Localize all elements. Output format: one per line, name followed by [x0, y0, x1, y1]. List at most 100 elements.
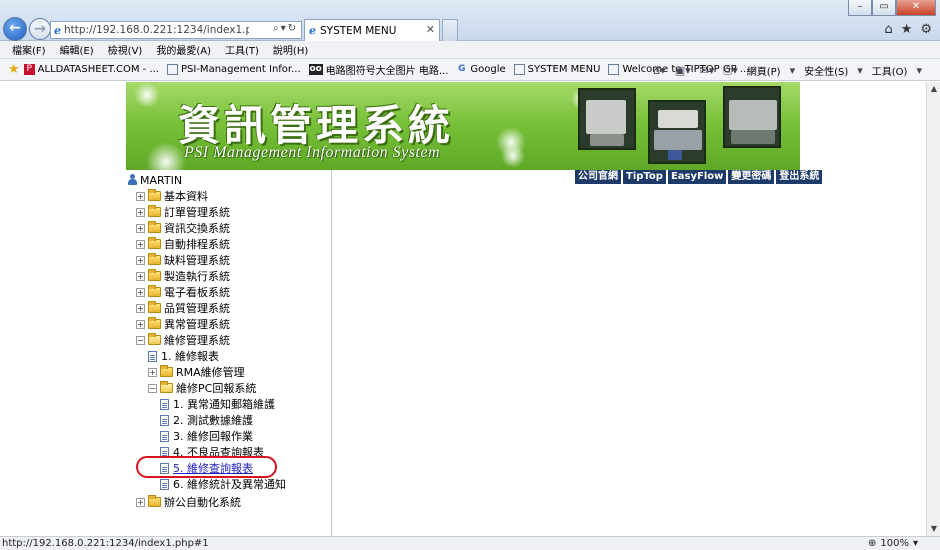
home-icon[interactable]: ⌂ [884, 22, 892, 37]
tree-item-rma-mgmt[interactable]: + RMA維修管理 [148, 364, 245, 380]
folder-icon [160, 365, 173, 377]
menu-edit[interactable]: 編輯(E) [60, 42, 94, 57]
tree-item-shortage-mgmt[interactable]: + 缺料管理系統 [136, 252, 230, 268]
expand-icon[interactable]: + [136, 303, 145, 313]
address-tools[interactable]: ⌕▾↻ [273, 23, 298, 34]
favorites-list: ★ P ALLDATASHEET.COM - ... PSI-Management… [8, 62, 757, 77]
nav-easyflow[interactable]: EasyFlow [667, 170, 727, 184]
vertical-scrollbar[interactable]: ▲ ▼ [926, 82, 940, 536]
tree-item-order-mgmt[interactable]: + 訂單管理系統 [136, 204, 230, 220]
tree-item-repair-reporting[interactable]: 3. 維修回報作業 [160, 428, 253, 444]
back-arrow-icon: ← [9, 20, 21, 36]
scroll-up-icon[interactable]: ▲ [927, 82, 940, 96]
nav-logout[interactable]: 登出系統 [776, 170, 823, 184]
tools-menu[interactable]: 工具(O) [872, 63, 908, 78]
user-icon [128, 174, 137, 186]
favorite-item[interactable]: G Google [456, 64, 505, 75]
address-bar[interactable]: ℯ ⌕▾↻ [50, 21, 302, 39]
scroll-down-icon[interactable]: ▼ [927, 522, 940, 536]
feeds-icon[interactable]: ▣▾ [675, 64, 691, 77]
tree-item-exception-mgmt[interactable]: + 異常管理系統 [136, 316, 230, 332]
browser-title-bar: – ▭ ✕ ← → ℯ ⌕▾↻ ℯ SYSTEM MENU ✕ ⌂ ★ ⚙ [0, 0, 940, 41]
new-tab-button[interactable] [442, 19, 458, 41]
expand-icon[interactable]: + [136, 239, 145, 249]
favorites-star-icon[interactable]: ★ [901, 22, 913, 37]
highlight-annotation [136, 456, 277, 478]
tree-item-data-exchange[interactable]: + 資訊交換系統 [136, 220, 230, 236]
expand-icon[interactable]: + [136, 319, 145, 329]
nav-company-site[interactable]: 公司官網 [575, 170, 621, 184]
favorites-star-icon[interactable]: ★ [8, 62, 20, 77]
expand-icon[interactable]: + [148, 367, 157, 377]
zoom-level: 100% [880, 538, 909, 549]
document-icon [148, 350, 157, 362]
address-input[interactable] [64, 24, 249, 36]
expand-icon[interactable]: + [136, 497, 145, 507]
favorite-item[interactable]: oo 电路图符号大全图片 电路... [308, 62, 448, 77]
expand-icon[interactable]: + [136, 191, 145, 201]
folder-icon [148, 301, 161, 313]
tree-item-quality-mgmt[interactable]: + 品質管理系統 [136, 300, 230, 316]
document-icon [160, 430, 169, 442]
back-button[interactable]: ← [3, 17, 27, 41]
expand-icon[interactable]: + [136, 255, 145, 265]
zoom-icon: ⊕ [867, 538, 877, 549]
folder-icon [148, 237, 161, 249]
tree-item-repair-report[interactable]: 1. 維修報表 [148, 348, 219, 364]
minimize-button[interactable]: – [848, 0, 872, 16]
expand-icon[interactable]: + [136, 287, 145, 297]
zoom-control[interactable]: ⊕ 100% ▾ [868, 538, 918, 549]
favorite-item[interactable]: SYSTEM MENU [513, 64, 600, 75]
tab-system-menu[interactable]: ℯ SYSTEM MENU ✕ [304, 19, 440, 41]
favorite-item[interactable]: PSI-Management Infor... [167, 64, 301, 75]
folder-icon [148, 269, 161, 281]
sparkle-decoration [501, 144, 525, 168]
expand-icon[interactable]: + [136, 223, 145, 233]
menu-tools[interactable]: 工具(T) [225, 42, 259, 57]
collapse-icon[interactable]: − [148, 383, 157, 393]
document-icon [160, 478, 169, 490]
tab-close-icon[interactable]: ✕ [426, 23, 435, 36]
tree-item-office-automation[interactable]: + 辦公自動化系統 [136, 494, 241, 510]
tree-item-e-kanban[interactable]: + 電子看板系統 [136, 284, 230, 300]
chevron-down-icon: ▾ [912, 538, 918, 549]
tree-item-test-data[interactable]: 2. 測試數據維護 [160, 412, 253, 428]
dropdown-icon[interactable]: ▾ [281, 23, 288, 34]
print-icon[interactable]: ⎙▾ [723, 64, 737, 78]
tree-item-repair-mgmt[interactable]: − 維修管理系統 [136, 332, 230, 348]
menu-view[interactable]: 檢視(V) [108, 42, 143, 57]
close-window-button[interactable]: ✕ [896, 0, 936, 16]
mail-icon[interactable]: ✉▾ [700, 64, 715, 77]
menu-favorites[interactable]: 我的最愛(A) [156, 42, 211, 57]
search-icon[interactable]: ⌕ [273, 23, 281, 34]
factory-photo [648, 100, 706, 164]
collapse-icon[interactable]: − [136, 335, 145, 345]
folder-icon [148, 221, 161, 233]
page-icon [513, 64, 525, 75]
gear-icon[interactable]: ⚙ [920, 22, 932, 37]
nav-tiptop[interactable]: TipTop [623, 170, 666, 184]
home-menu-icon[interactable]: ⌂▾ [653, 64, 666, 77]
page-menu[interactable]: 網頁(P) [747, 63, 781, 78]
expand-icon[interactable]: + [136, 271, 145, 281]
tree-item-basic-data[interactable]: + 基本資料 [136, 188, 208, 204]
tree-item-auto-scheduling[interactable]: + 自動排程系統 [136, 236, 230, 252]
chevron-down-icon: ▾ [916, 64, 922, 77]
tree-item-exception-mailbox[interactable]: 1. 異常通知郵箱維護 [160, 396, 275, 412]
maximize-button[interactable]: ▭ [872, 0, 896, 16]
safety-menu[interactable]: 安全性(S) [804, 63, 848, 78]
forward-button[interactable]: → [29, 18, 51, 40]
menu-file[interactable]: 檔案(F) [12, 42, 46, 57]
expand-icon[interactable]: + [136, 207, 145, 217]
menu-bar: 檔案(F) 編輯(E) 檢視(V) 我的最愛(A) 工具(T) 說明(H) [0, 41, 940, 59]
favorite-item[interactable]: P ALLDATASHEET.COM - ... [23, 64, 159, 75]
tree-item-repair-stats[interactable]: 6. 維修統計及異常通知 [160, 476, 286, 492]
tree-item-repair-pc-report[interactable]: − 維修PC回報系統 [148, 380, 256, 396]
nav-change-password[interactable]: 變更密碼 [728, 170, 775, 184]
folder-icon [148, 285, 161, 297]
top-nav: 公司官網 TipTop EasyFlow 變更密碼 登出系統 [575, 170, 823, 184]
tree-item-mes[interactable]: + 製造執行系統 [136, 268, 230, 284]
refresh-icon[interactable]: ↻ [288, 23, 298, 34]
favorites-bar: ★ P ALLDATASHEET.COM - ... PSI-Management… [0, 59, 940, 81]
menu-help[interactable]: 說明(H) [273, 42, 308, 57]
